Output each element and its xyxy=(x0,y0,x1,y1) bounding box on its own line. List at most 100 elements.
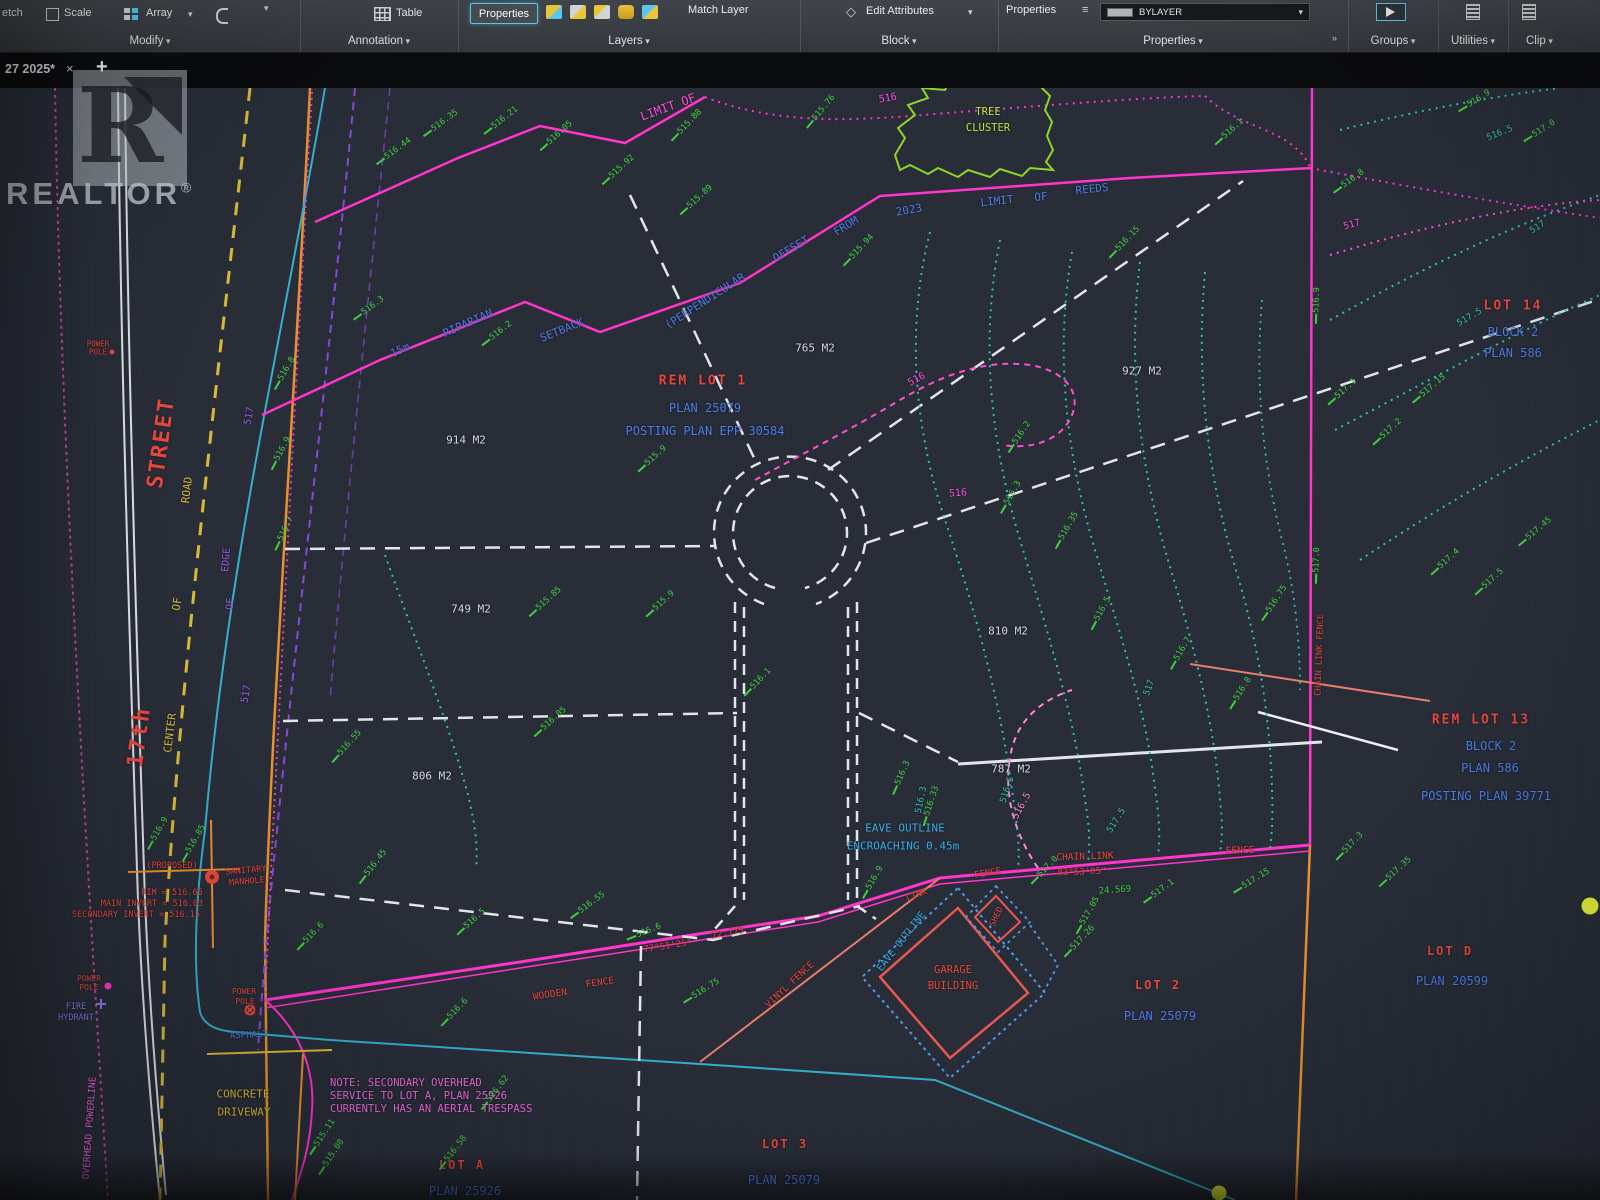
ribbon-toolbar: etch Scale Array ▾ ▾ Modify Table Annota… xyxy=(0,0,1600,53)
edit-attributes-icon: ◇ xyxy=(846,4,856,20)
ribbon-panel-properties: Properties ≡ BYLAYER ▾ Properties » xyxy=(998,0,1349,52)
plan-number: POSTING PLAN 39771 xyxy=(1421,790,1551,802)
properties-highlighted-button[interactable]: Properties xyxy=(470,3,538,24)
manhole-label: MANHOLE xyxy=(229,876,265,888)
spot-elevation: 517.35 xyxy=(1385,856,1414,883)
fillet-icon[interactable] xyxy=(216,8,228,24)
layer-match-icon[interactable] xyxy=(546,5,562,19)
array-button[interactable]: Array xyxy=(146,7,172,19)
lot-name: LOT 3 xyxy=(762,1138,808,1150)
stretch-button[interactable]: etch xyxy=(2,7,23,19)
match-layer-button[interactable]: Match Layer xyxy=(688,4,749,16)
encroachment-note: ENCROACHING 0.45m xyxy=(847,841,960,852)
ribbon-group-block[interactable]: Block xyxy=(800,35,998,47)
plan-number: PLAN 25079 xyxy=(748,1174,820,1186)
table-button[interactable]: Table xyxy=(396,7,422,19)
ribbon-group-layers[interactable]: Layers xyxy=(458,35,800,47)
contour-label: 516.5 xyxy=(1486,125,1514,143)
layer-freeze-icon[interactable] xyxy=(594,5,610,19)
scale-button[interactable]: Scale xyxy=(64,7,92,19)
fence-label: CHAIN LINK FENCE xyxy=(1314,614,1325,696)
utility-label: POWER xyxy=(232,988,256,996)
layer-lock-icon[interactable] xyxy=(618,5,634,19)
surface-label: CONCRETE xyxy=(217,1089,270,1100)
spot-elevation: 516.7 xyxy=(277,516,296,543)
spot-elevation: 515.88 xyxy=(676,108,703,136)
drawing-file-tab[interactable]: 27 2025* xyxy=(5,62,55,76)
panel-expander-icon[interactable]: » xyxy=(1332,33,1337,43)
spot-elevation: 516.5 xyxy=(463,907,488,930)
ribbon-panel-block: ◇ Edit Attributes ▾ Block xyxy=(800,0,999,52)
spot-elevation: 516.35 xyxy=(430,109,460,134)
building-label: SHED xyxy=(989,906,1005,928)
manhole-label: MAIN INVERT = 516.03 xyxy=(101,900,203,909)
layer-state-icon[interactable] xyxy=(570,5,586,19)
calculator-icon[interactable] xyxy=(1466,4,1480,20)
ribbon-group-annotation[interactable]: Annotation xyxy=(300,35,458,47)
layer-off-icon[interactable] xyxy=(642,5,658,19)
spot-elevation: 516.85 xyxy=(185,824,208,855)
ribbon-group-modify[interactable]: Modify xyxy=(0,35,300,47)
table-icon xyxy=(374,7,391,21)
lot-name: LOT 14 xyxy=(1484,300,1543,313)
spot-elevation: 516.9 xyxy=(1312,287,1321,313)
layer-select-value: BYLAYER xyxy=(1139,7,1292,18)
ribbon-group-groups[interactable]: Groups xyxy=(1348,35,1438,47)
plan-number: PLAN 586 xyxy=(1484,347,1542,359)
spot-elevation: 516.9 xyxy=(1466,89,1492,110)
spot-elevation: 517.4 xyxy=(1437,547,1462,570)
spot-elevation: 516.55 xyxy=(577,891,607,916)
ribbon-group-properties[interactable]: Properties xyxy=(998,35,1348,47)
road-edge-label: OF xyxy=(225,598,236,611)
edit-attributes-button[interactable]: Edit Attributes xyxy=(866,5,934,17)
riparian-label: FROM xyxy=(832,214,860,237)
contour-label: 517.5 xyxy=(1456,307,1484,328)
spot-elevation: 517.15 xyxy=(1419,373,1448,399)
spot-elevation: 516.55 xyxy=(337,729,364,758)
spot-elevation: 516.1 xyxy=(1221,117,1246,140)
array-icon xyxy=(124,8,138,20)
spot-elevation: 516.3 xyxy=(894,760,912,787)
panel-option-icon[interactable]: ▾ xyxy=(264,3,269,14)
spot-elevation: 516.2 xyxy=(488,320,513,342)
spot-elevation: 517.15 xyxy=(1241,867,1272,890)
building-label: BUILDING xyxy=(928,981,979,992)
spot-elevation: 517.1 xyxy=(1150,878,1176,900)
lot-area: 765 M2 xyxy=(795,343,835,354)
surface-label: ASPHALT xyxy=(230,1031,268,1041)
contour-label: 516 xyxy=(949,488,968,499)
spot-elevation: 516.9 xyxy=(150,816,170,842)
fence-label: FENCE xyxy=(974,867,1002,881)
edit-attributes-dropdown-icon[interactable]: ▾ xyxy=(968,7,973,18)
building-label: GARAGE xyxy=(934,965,972,976)
spot-elevation: 516.35 xyxy=(1058,511,1081,542)
distance-label: 24.569 xyxy=(1098,885,1131,896)
plan-number: PLAN 25079 xyxy=(669,402,741,414)
spot-elevation: 516.75 xyxy=(1265,584,1289,614)
layer-select-dropdown[interactable]: BYLAYER ▾ xyxy=(1100,3,1310,21)
new-tab-icon[interactable]: + xyxy=(96,56,108,79)
contour-label: 516 xyxy=(907,371,928,388)
ribbon-group-utilities[interactable]: Utilities xyxy=(1438,35,1508,47)
group-selection-icon[interactable] xyxy=(1376,3,1406,21)
tree-cluster-label: CLUSTER xyxy=(966,123,1010,134)
spot-elevation: 516.3 xyxy=(360,295,386,317)
spot-elevation: 516.8 xyxy=(1233,676,1254,702)
lot-area: 787 M2 xyxy=(991,764,1031,775)
spot-elevation: 516.9 xyxy=(273,436,293,463)
array-dropdown-icon[interactable]: ▾ xyxy=(188,9,193,20)
spot-elevation: 515.9 xyxy=(652,589,677,612)
cad-application-window: 17thSTREETCENTEROFROADEDGEOF517517OVERHE… xyxy=(0,0,1600,1200)
fence-label: VINYL FENCE xyxy=(764,960,816,1010)
surface-label: DRIVEWAY xyxy=(218,1107,271,1118)
close-tab-icon[interactable]: × xyxy=(66,61,74,76)
spot-elevation: 517.45 xyxy=(1525,516,1554,542)
eave-label: EAVE OUTLINE xyxy=(876,910,928,973)
ribbon-group-clipboard[interactable]: Clip xyxy=(1508,35,1600,47)
spot-elevation: 515.9 xyxy=(644,444,669,467)
lot-area: 806 M2 xyxy=(412,771,452,782)
spot-elevation: 515.89 xyxy=(686,184,715,211)
fence-label: LINK xyxy=(905,888,928,904)
utility-label: POLE xyxy=(89,348,107,356)
spot-elevation: 516.8 xyxy=(1340,168,1366,190)
